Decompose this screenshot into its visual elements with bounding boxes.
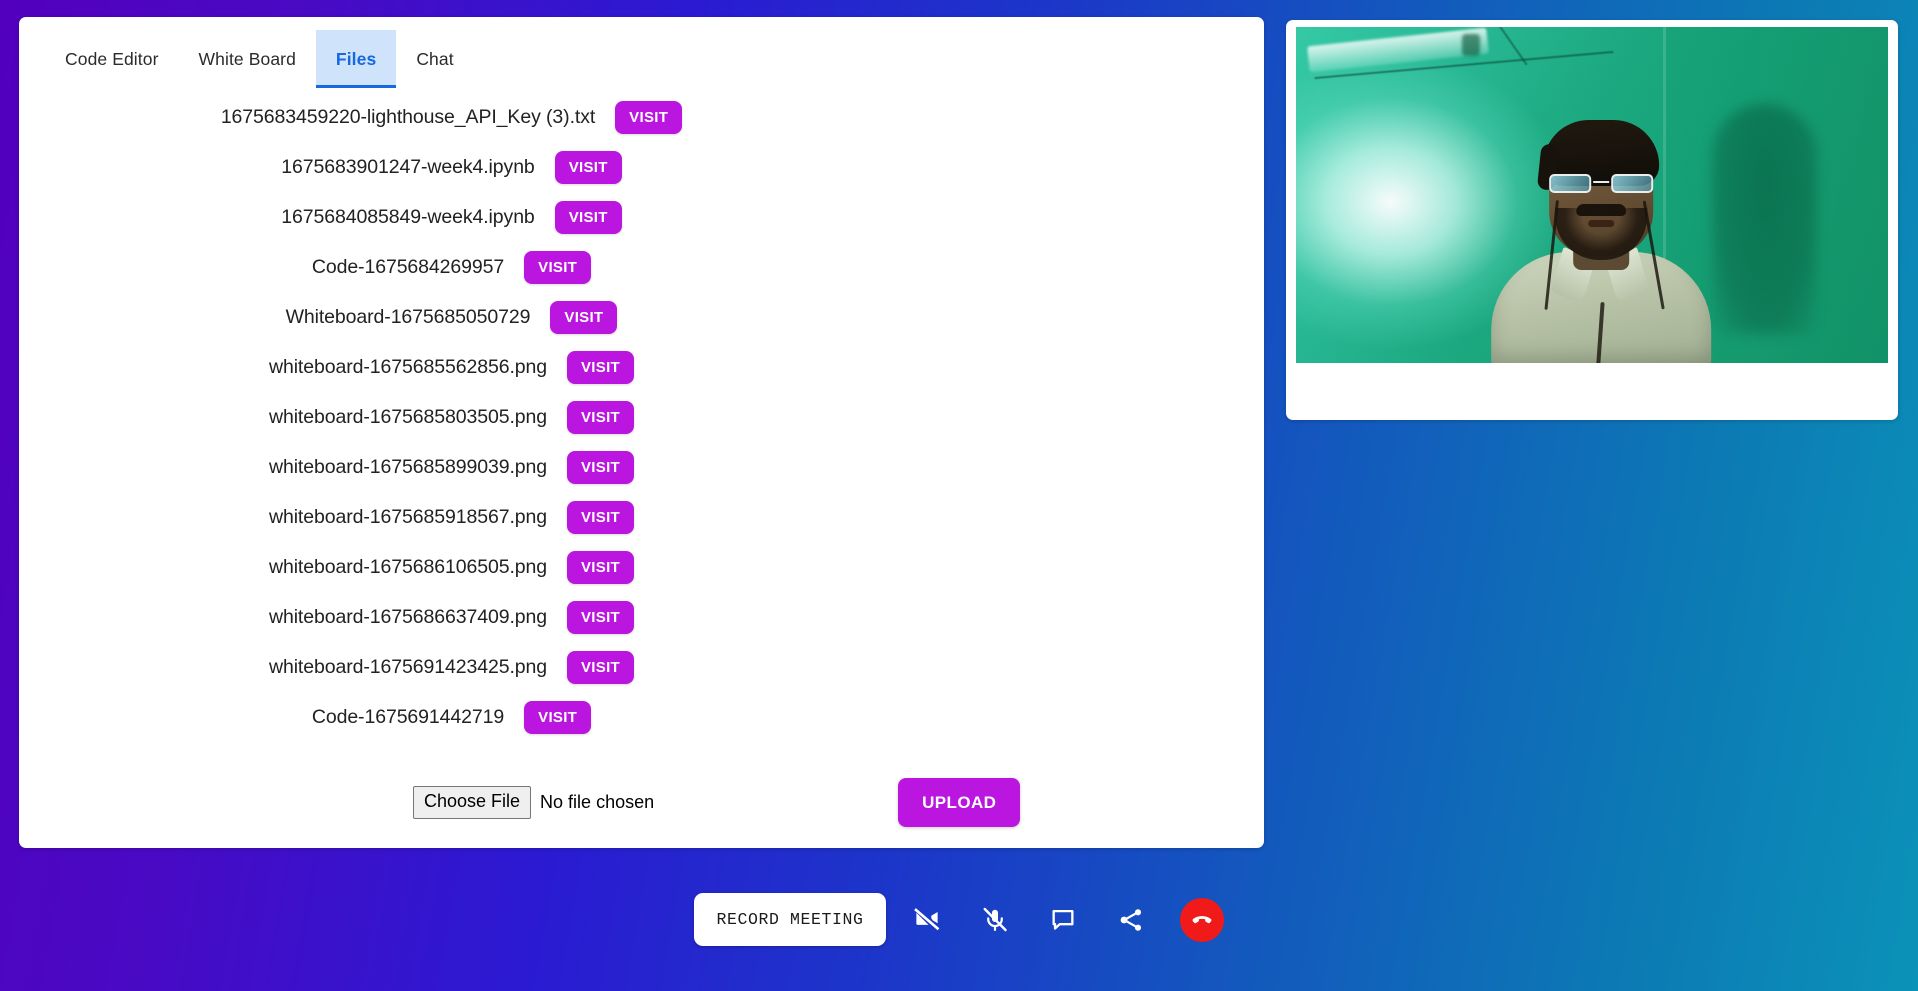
file-input[interactable]: Choose File No file chosen <box>413 786 654 819</box>
file-name: Code-1675684269957 <box>311 255 505 278</box>
files-panel-card: Code Editor White Board Files Chat 16756… <box>19 17 1264 848</box>
file-row: 1675684085849-week4.ipynb VISIT <box>19 192 1264 242</box>
chat-icon[interactable] <box>1036 893 1090 947</box>
file-name: whiteboard-1675691423425.png <box>268 655 547 678</box>
visit-button[interactable]: VISIT <box>567 650 635 684</box>
file-name: 1675683459220-lighthouse_API_Key (3).txt <box>220 105 596 128</box>
file-name: whiteboard-1675685803505.png <box>268 405 547 428</box>
file-row: Whiteboard-1675685050729 VISIT <box>19 292 1264 342</box>
tab-code-editor[interactable]: Code Editor <box>45 30 179 88</box>
file-row: Code-1675691442719 VISIT <box>19 692 1264 742</box>
file-name: Code-1675691442719 <box>311 705 505 728</box>
file-name: whiteboard-1675686106505.png <box>268 555 547 578</box>
file-row: whiteboard-1675685899039.png VISIT <box>19 442 1264 492</box>
visit-button[interactable]: VISIT <box>567 550 635 584</box>
upload-row: Choose File No file chosen UPLOAD <box>19 778 1264 827</box>
file-row: whiteboard-1675685562856.png VISIT <box>19 342 1264 392</box>
tab-files[interactable]: Files <box>315 30 397 88</box>
file-row: whiteboard-1675685803505.png VISIT <box>19 392 1264 442</box>
visit-button[interactable]: VISIT <box>550 300 618 334</box>
visit-button[interactable]: VISIT <box>524 700 592 734</box>
no-file-chosen-label: No file chosen <box>540 792 655 812</box>
file-row: whiteboard-1675691423425.png VISIT <box>19 642 1264 692</box>
mic-off-icon[interactable] <box>968 893 1022 947</box>
file-row: 1675683901247-week4.ipynb VISIT <box>19 142 1264 192</box>
visit-button[interactable]: VISIT <box>567 450 635 484</box>
visit-button[interactable]: VISIT <box>567 350 635 384</box>
visit-button[interactable]: VISIT <box>524 250 592 284</box>
tab-bar: Code Editor White Board Files Chat <box>19 30 1264 88</box>
visit-button[interactable]: VISIT <box>554 150 622 184</box>
file-name: whiteboard-1675685918567.png <box>268 505 547 528</box>
visit-button[interactable]: VISIT <box>567 400 635 434</box>
video-panel-card <box>1286 20 1898 420</box>
file-name: 1675683901247-week4.ipynb <box>281 155 535 178</box>
file-row: Code-1675684269957 VISIT <box>19 242 1264 292</box>
file-name: whiteboard-1675685899039.png <box>268 455 547 478</box>
file-row: 1675683459220-lighthouse_API_Key (3).txt… <box>19 92 1264 142</box>
share-icon[interactable] <box>1104 893 1158 947</box>
tab-chat[interactable]: Chat <box>396 30 473 88</box>
end-call-button[interactable] <box>1179 897 1224 942</box>
visit-button[interactable]: VISIT <box>567 500 635 534</box>
file-row: whiteboard-1675686637409.png VISIT <box>19 592 1264 642</box>
video-off-icon[interactable] <box>900 893 954 947</box>
tab-white-board[interactable]: White Board <box>179 30 316 88</box>
meeting-toolbar: RECORD MEETING <box>0 848 1918 991</box>
file-name: whiteboard-1675685562856.png <box>268 355 547 378</box>
file-name: whiteboard-1675686637409.png <box>268 605 547 628</box>
file-row: whiteboard-1675686106505.png VISIT <box>19 542 1264 592</box>
file-name: Whiteboard-1675685050729 <box>285 305 531 328</box>
file-name: 1675684085849-week4.ipynb <box>281 205 535 228</box>
record-meeting-button[interactable]: RECORD MEETING <box>694 893 886 946</box>
file-row: whiteboard-1675685918567.png VISIT <box>19 492 1264 542</box>
video-noise-overlay <box>1296 27 1888 363</box>
file-list: 1675683459220-lighthouse_API_Key (3).txt… <box>19 88 1264 742</box>
visit-button[interactable]: VISIT <box>615 100 683 134</box>
visit-button[interactable]: VISIT <box>554 200 622 234</box>
upload-button[interactable]: UPLOAD <box>898 778 1021 827</box>
participant-video-feed[interactable] <box>1296 27 1888 363</box>
visit-button[interactable]: VISIT <box>567 600 635 634</box>
choose-file-button[interactable]: Choose File <box>413 786 532 819</box>
end-call-icon <box>1192 915 1211 923</box>
